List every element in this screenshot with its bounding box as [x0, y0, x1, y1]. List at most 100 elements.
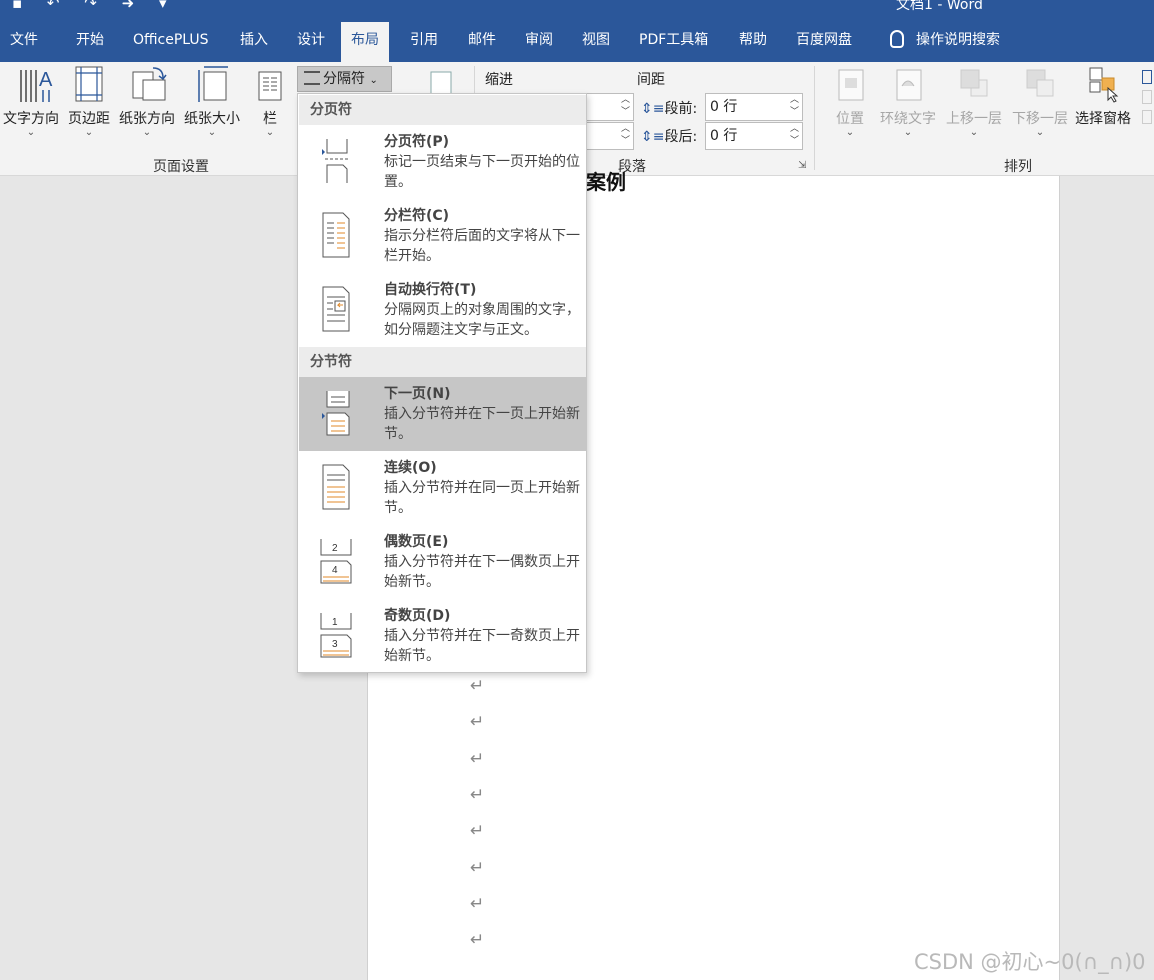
- lightbulb-icon: [890, 30, 904, 48]
- tab-help[interactable]: 帮助: [729, 22, 777, 62]
- spacing-before-label: ⇕≡段前:: [641, 98, 697, 118]
- tab-view[interactable]: 视图: [572, 22, 620, 62]
- menu-item-even-page[interactable]: 2 4 偶数页(E) 插入分节符并在下一偶数页上开始新节。: [299, 525, 586, 599]
- send-backward-label: 下移一层: [1012, 111, 1068, 127]
- orientation-button[interactable]: 纸张方向 ⌄: [116, 64, 178, 138]
- paragraph-mark-icon: ↵: [470, 894, 485, 914]
- text-direction-label: 文字方向: [3, 111, 59, 127]
- wrap-text-button[interactable]: 环绕文字 ⌄: [876, 64, 940, 138]
- page-break-icon: [319, 137, 353, 183]
- menu-item-title: 下一页(N): [384, 386, 451, 402]
- paragraph-mark-icon: ↵: [470, 676, 485, 696]
- watermark: CSDN @初心~0(∩_∩)0: [914, 950, 1146, 974]
- menu-item-description: 插入分节符并在下一奇数页上开始新节。: [384, 628, 580, 664]
- position-button[interactable]: 位置 ⌄: [832, 64, 868, 138]
- svg-text:4: 4: [332, 565, 338, 576]
- send-backward-button[interactable]: 下移一层 ⌄: [1008, 64, 1072, 138]
- svg-text:2: 2: [332, 543, 338, 554]
- ribbon-tabs: 文件 开始 OfficePLUS 插入 设计 布局 引用 邮件 审阅 视图 PD…: [0, 22, 1154, 62]
- chevron-down-icon: ⌄: [903, 127, 913, 138]
- text-direction-button[interactable]: A 文字方向 ⌄: [0, 64, 62, 138]
- svg-text:3: 3: [332, 639, 338, 650]
- tab-layout[interactable]: 布局: [341, 22, 389, 62]
- svg-text:1: 1: [332, 617, 338, 628]
- spacing-before-icon: ⇕≡: [641, 101, 665, 117]
- tab-insert[interactable]: 插入: [230, 22, 278, 62]
- menu-item-description: 指示分栏符后面的文字将从下一栏开始。: [384, 228, 580, 264]
- chevron-down-icon: ⌄: [142, 127, 152, 138]
- menu-item-title: 偶数页(E): [384, 534, 449, 550]
- dialog-launcher-icon[interactable]: ⇲: [798, 160, 806, 171]
- bring-forward-button[interactable]: 上移一层 ⌄: [942, 64, 1006, 138]
- quick-access-toolbar[interactable]: ▪ ↶ ↷ ➜ ▾: [12, 0, 176, 12]
- wrap-text-label: 环绕文字: [880, 111, 936, 127]
- spacing-before-value: 0 行: [710, 99, 738, 115]
- margins-label: 页边距: [68, 111, 110, 127]
- position-label: 位置: [836, 111, 864, 127]
- menu-item-title: 奇数页(D): [384, 608, 451, 624]
- bring-forward-icon: [957, 64, 991, 104]
- align-icon-column[interactable]: [1142, 70, 1154, 130]
- tab-baidu-netdisk[interactable]: 百度网盘: [786, 22, 862, 62]
- indent-right-input[interactable]: ︿ ﹀: [586, 122, 634, 150]
- chevron-down-icon: ⌄: [845, 127, 855, 138]
- paper-size-icon: [194, 64, 230, 104]
- menu-item-title: 分栏符(C): [384, 208, 450, 224]
- selection-pane-icon: [1086, 64, 1120, 104]
- tab-home[interactable]: 开始: [66, 22, 114, 62]
- tab-review[interactable]: 审阅: [515, 22, 563, 62]
- paragraph-mark-icon: ↵: [470, 930, 485, 950]
- tab-pdf-tools[interactable]: PDF工具箱: [629, 22, 718, 62]
- spinner-arrows-icon[interactable]: ︿ ﹀: [621, 94, 630, 118]
- tell-me-label: 操作说明搜索: [916, 32, 1000, 48]
- menu-item-description: 插入分节符并在下一偶数页上开始新节。: [384, 554, 580, 590]
- spinner-arrows-icon[interactable]: ︿ ﹀: [621, 123, 630, 147]
- text-direction-icon: A: [13, 64, 53, 104]
- spacing-after-input[interactable]: 0 行 ︿ ﹀: [705, 122, 803, 150]
- tab-file[interactable]: 文件: [0, 22, 48, 62]
- chevron-down-icon: ⌄: [1035, 127, 1045, 138]
- menu-item-next-page[interactable]: 下一页(N) 插入分节符并在下一页上开始新节。: [299, 377, 586, 451]
- tab-mailings[interactable]: 邮件: [458, 22, 506, 62]
- page-setup-group-label: 页面设置: [153, 159, 209, 175]
- paragraph-mark-icon: ↵: [470, 821, 485, 841]
- tell-me-search[interactable]: 操作说明搜索: [880, 22, 1010, 62]
- menu-item-continuous[interactable]: 连续(O) 插入分节符并在同一页上开始新节。: [299, 451, 586, 525]
- selection-pane-button[interactable]: 选择窗格: [1073, 64, 1133, 128]
- tab-officeplus[interactable]: OfficePLUS: [123, 22, 219, 62]
- arrange-group-label: 排列: [1004, 159, 1032, 175]
- spacing-after-value: 0 行: [710, 128, 738, 144]
- breaks-label: 分隔符: [323, 71, 365, 87]
- document-title: 文档1 - Word: [896, 0, 983, 13]
- paragraph-mark-icon: ↵: [470, 712, 485, 732]
- menu-item-column-break[interactable]: 分栏符(C) 指示分栏符后面的文字将从下一栏开始。: [299, 199, 586, 273]
- menu-item-odd-page[interactable]: 13 奇数页(D) 插入分节符并在下一奇数页上开始新节。: [299, 599, 586, 673]
- tab-references[interactable]: 引用: [400, 22, 448, 62]
- paragraph-mark-icon: ↵: [470, 785, 485, 805]
- margins-icon: [71, 64, 107, 104]
- odd-page-section-icon: 13: [319, 611, 353, 658]
- page-breaks-header: 分页符: [299, 95, 586, 125]
- breaks-dropdown-button[interactable]: 分隔符 ⌄: [297, 66, 392, 92]
- indent-label: 缩进: [485, 72, 513, 88]
- margins-button[interactable]: 页边距 ⌄: [64, 64, 114, 138]
- spacing-before-text: 段前:: [664, 101, 698, 117]
- size-button[interactable]: 纸张大小 ⌄: [181, 64, 243, 138]
- paragraph-mark-icon: ↵: [470, 858, 485, 878]
- columns-button[interactable]: 栏 ⌄: [255, 64, 285, 138]
- title-bar: ▪ ↶ ↷ ➜ ▾ 文档1 - Word: [0, 0, 1154, 22]
- menu-item-title: 自动换行符(T): [384, 282, 477, 298]
- tab-design[interactable]: 设计: [287, 22, 335, 62]
- spinner-arrows-icon[interactable]: ︿ ﹀: [790, 123, 799, 147]
- indent-left-input[interactable]: ︿ ﹀: [586, 93, 634, 121]
- spinner-arrows-icon[interactable]: ︿ ﹀: [790, 94, 799, 118]
- menu-item-description: 分隔网页上的对象周围的文字，如分隔题注文字与正文。: [384, 302, 580, 338]
- menu-item-description: 标记一页结束与下一页开始的位置。: [384, 154, 580, 190]
- spacing-before-input[interactable]: 0 行 ︿ ﹀: [705, 93, 803, 121]
- position-icon: [835, 64, 865, 104]
- breaks-icon: [304, 71, 320, 85]
- group-icon: [1142, 90, 1152, 104]
- menu-item-page-break[interactable]: 分页符(P) 标记一页结束与下一页开始的位置。: [299, 125, 586, 199]
- chevron-down-icon: ⌄: [84, 127, 94, 138]
- menu-item-text-wrapping-break[interactable]: 自动换行符(T) 分隔网页上的对象周围的文字，如分隔题注文字与正文。: [299, 273, 586, 347]
